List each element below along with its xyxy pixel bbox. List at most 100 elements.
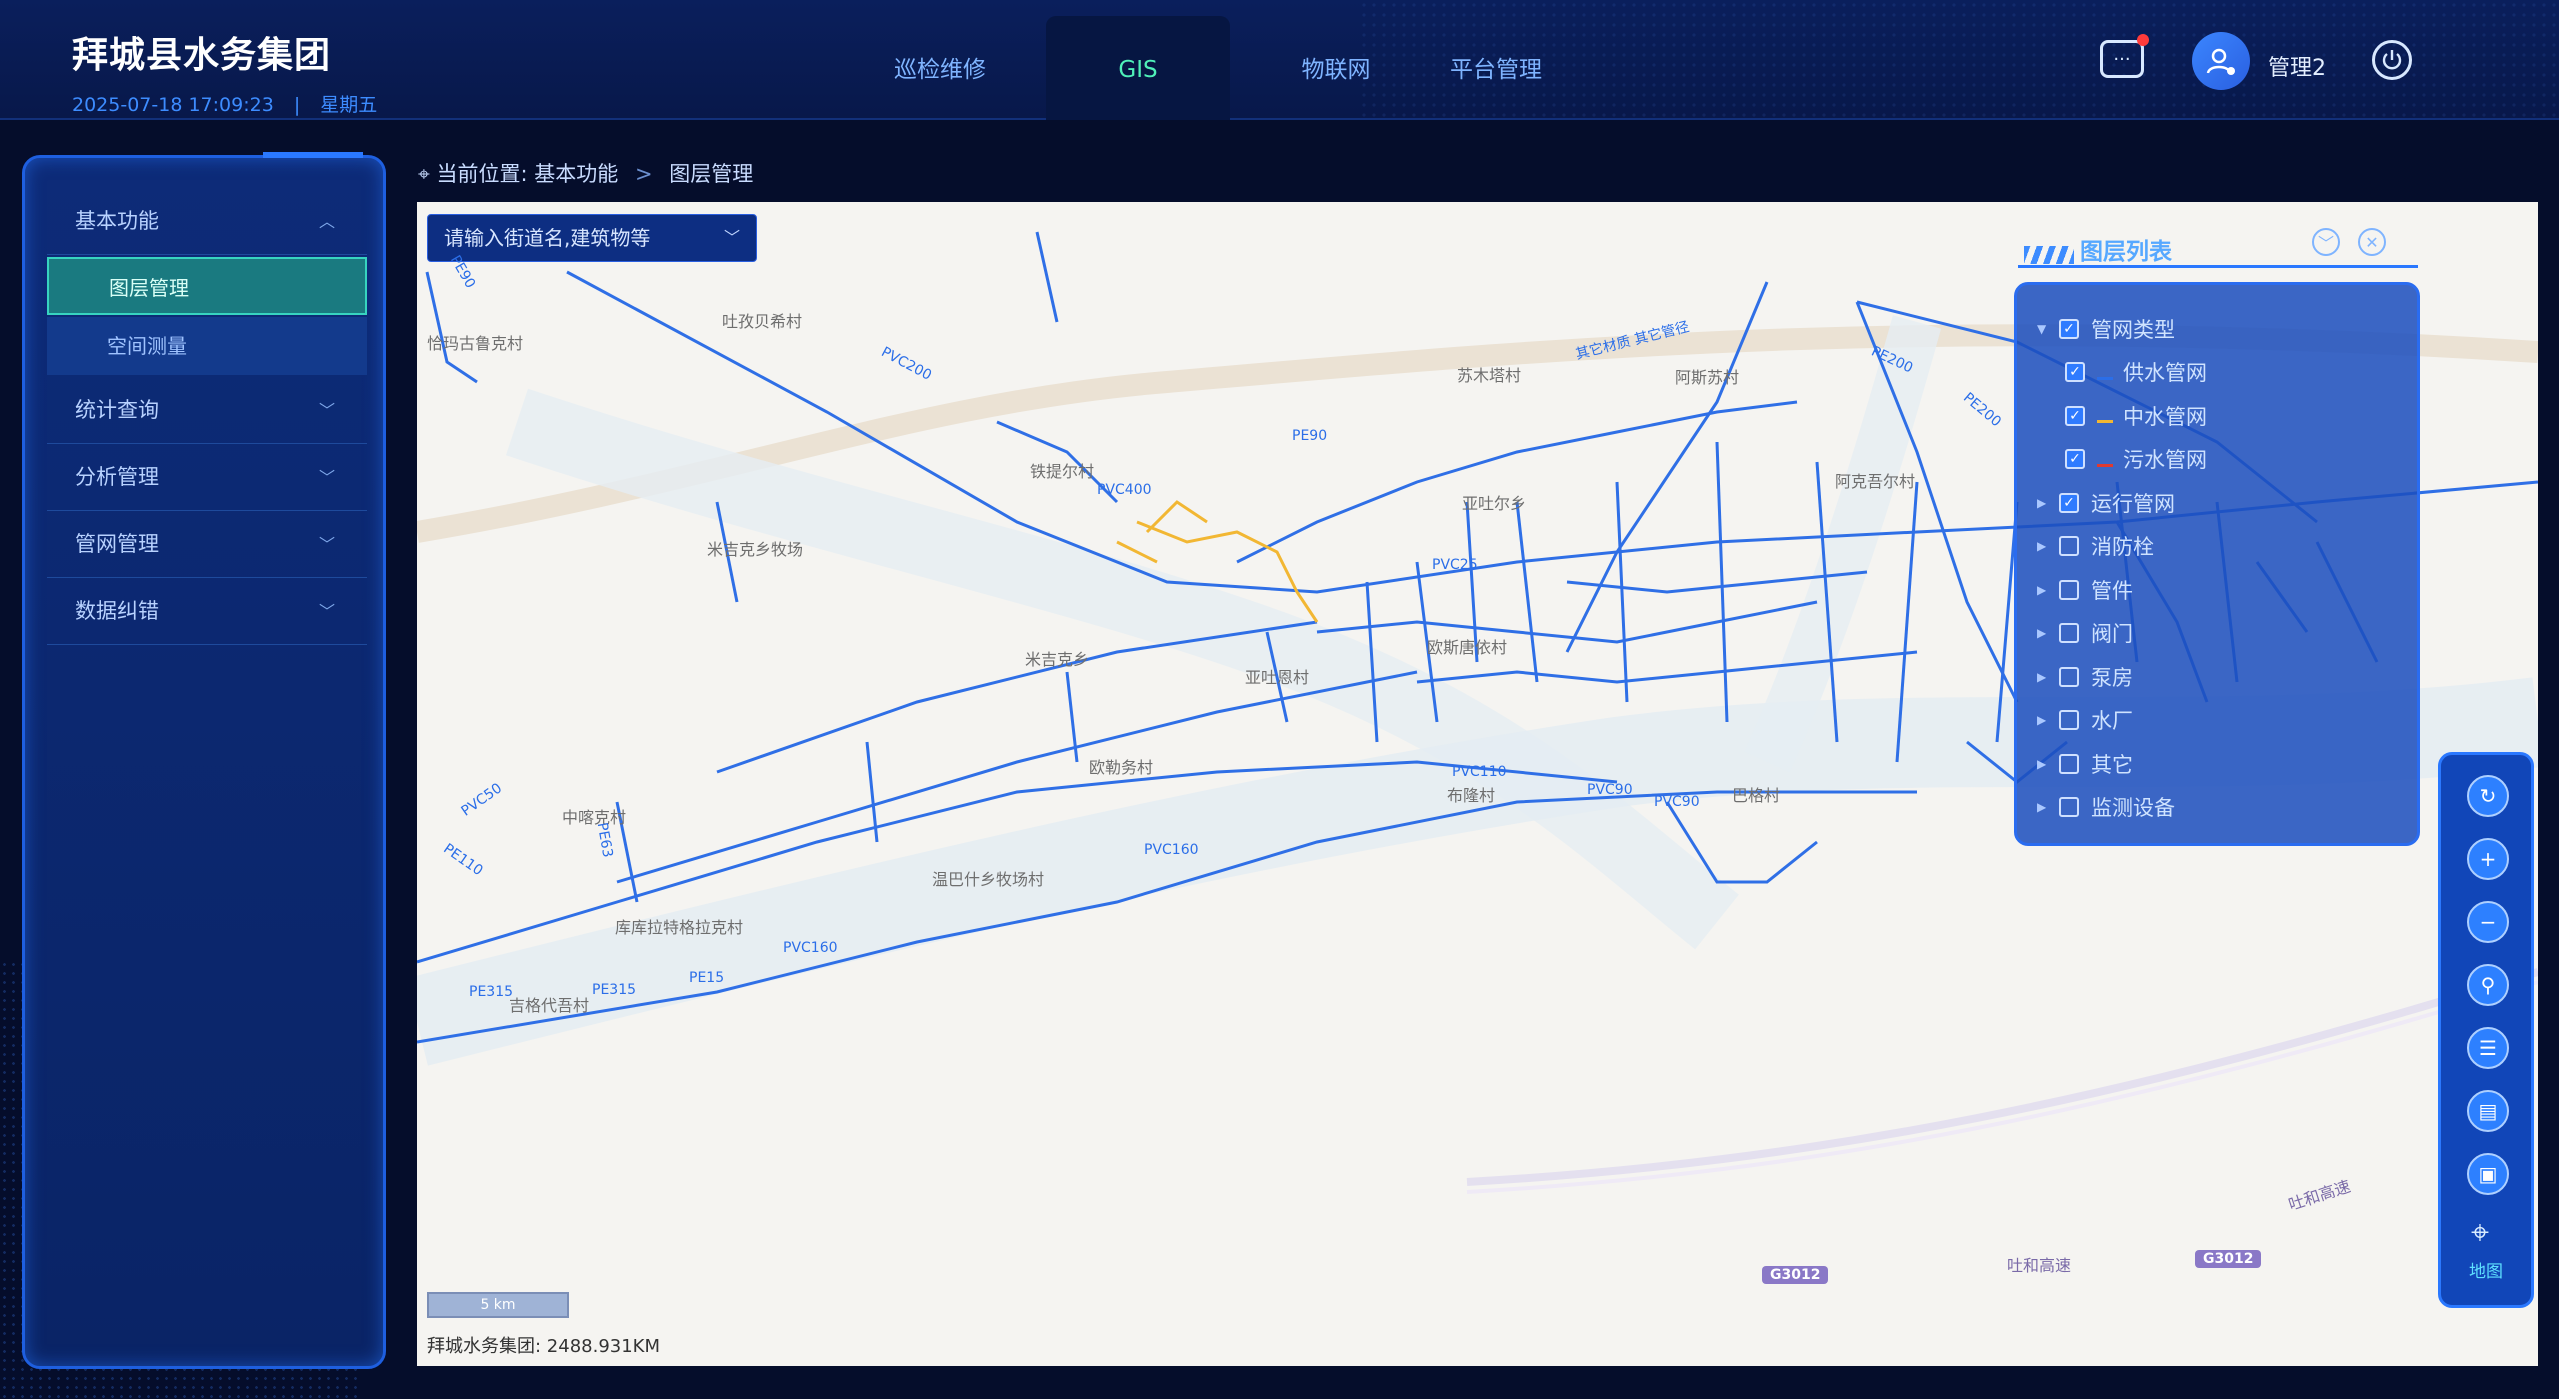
map-search-select[interactable]: 请输入街道名,建筑物等 ﹀ (427, 214, 757, 262)
nav-platform[interactable]: 平台管理 (1416, 16, 1576, 120)
map-pin-icon[interactable]: ⌖ (2471, 1213, 2489, 1252)
layer-row-hydrant[interactable]: ▶ 消防栓 (2037, 525, 2207, 569)
menu-label: 管网管理 (75, 532, 159, 556)
layer-checkbox[interactable] (2059, 797, 2079, 818)
message-button[interactable]: ··· (2100, 34, 2149, 78)
refresh-icon[interactable]: ↻ (2467, 775, 2509, 817)
layer-row-water-plant[interactable]: ▶ 水厂 (2037, 699, 2207, 743)
layer-checkbox[interactable] (2059, 666, 2079, 687)
basemap-toggle[interactable]: 地图 (2441, 1257, 2531, 1282)
breadcrumb-prefix: 当前位置: (436, 162, 528, 186)
zoom-out-icon[interactable]: − (2467, 901, 2509, 943)
map-label-place: 欧勒务村 (1089, 758, 1154, 777)
layer-panel: ▼ ✓ 管网类型 ✓ 供水管网 ✓ 中水管网 ✓ 污水管网 ▶ ✓ 运行管网 ▶… (2014, 282, 2420, 846)
layer-checkbox[interactable]: ✓ (2059, 492, 2079, 513)
layer-label: 污水管网 (2123, 448, 2207, 473)
layer-checkbox[interactable] (2059, 710, 2079, 731)
map-label-pipe: PE315 (469, 984, 514, 1000)
search-placeholder: 请输入街道名,建筑物等 (444, 226, 651, 250)
layer-row-supply[interactable]: ✓ 供水管网 (2037, 351, 2207, 395)
caret-right-icon[interactable]: ▶ (2037, 583, 2059, 597)
layer-row-pump-room[interactable]: ▶ 泵房 (2037, 655, 2207, 699)
caret-right-icon[interactable]: ▶ (2037, 626, 2059, 640)
clipboard-icon[interactable]: ▤ (2467, 1090, 2509, 1132)
collapse-icon[interactable]: ﹀ (2312, 228, 2340, 256)
caret-right-icon[interactable]: ▶ (2037, 800, 2059, 814)
menu-data-correction[interactable]: 数据纠错 ﹀ (47, 578, 367, 645)
current-weekday: 星期五 (320, 94, 378, 116)
menu-label: 统计查询 (75, 398, 159, 422)
map-label-place: 阿克吾尔村 (1835, 472, 1916, 491)
layer-label: 阀门 (2091, 622, 2133, 647)
layer-row-fitting[interactable]: ▶ 管件 (2037, 568, 2207, 612)
layer-checkbox[interactable]: ✓ (2065, 362, 2085, 383)
layer-checkbox[interactable]: ✓ (2059, 318, 2079, 339)
user-avatar[interactable] (2192, 32, 2250, 90)
menu-label: 数据纠错 (75, 599, 159, 623)
layer-row-monitoring[interactable]: ▶ 监测设备 (2037, 786, 2207, 830)
network-total-length: 拜城水务集团: 2488.931KM (427, 1336, 661, 1357)
layer-checkbox[interactable] (2059, 753, 2079, 774)
caret-right-icon[interactable]: ▶ (2037, 539, 2059, 553)
layer-checkbox[interactable] (2059, 536, 2079, 557)
layer-panel-header: 图层列表 ﹀ ✕ (2018, 228, 2420, 268)
nav-inspection[interactable]: 巡检维修 (860, 16, 1020, 120)
menu-statistics[interactable]: 统计查询 ﹀ (47, 377, 367, 444)
breadcrumb-item[interactable]: 基本功能 (534, 162, 618, 186)
map-label-place: 恰玛古鲁克村 (427, 334, 524, 353)
menu-basic-functions[interactable]: 基本功能 ︿ (47, 188, 367, 255)
layer-row-operating[interactable]: ▶ ✓ 运行管网 (2037, 481, 2207, 525)
zoom-in-icon[interactable]: + (2467, 838, 2509, 880)
submenu-basic-functions: 图层管理 空间测量 (47, 257, 367, 375)
layer-checkbox[interactable]: ✓ (2065, 449, 2085, 470)
caret-right-icon[interactable]: ▶ (2037, 713, 2059, 727)
map-label-pipe: PE315 (592, 982, 637, 998)
layer-row-network-type[interactable]: ▼ ✓ 管网类型 (2037, 307, 2207, 351)
chevron-down-icon: ﹀ (318, 535, 335, 554)
locate-user-icon[interactable]: ⚲ (2467, 964, 2509, 1006)
notification-dot (2137, 34, 2149, 46)
chevron-down-icon: ﹀ (318, 401, 335, 420)
image-frame-icon[interactable]: ▣ (2467, 1153, 2509, 1195)
menu-analysis[interactable]: 分析管理 ﹀ (47, 444, 367, 511)
current-datetime: 2025-07-18 17:09:23 (72, 94, 274, 116)
caret-right-icon[interactable]: ▶ (2037, 496, 2059, 510)
layer-label: 消防栓 (2091, 535, 2154, 560)
user-icon (2206, 48, 2235, 75)
top-nav: 巡检维修 GIS 物联网 平台管理 (860, 16, 1576, 120)
sliders-icon[interactable]: ☰ (2467, 1027, 2509, 1069)
nav-gis[interactable]: GIS (1046, 16, 1230, 120)
sub-item-spatial-measure[interactable]: 空间测量 (47, 317, 367, 375)
layer-checkbox[interactable] (2059, 623, 2079, 644)
layer-checkbox[interactable] (2059, 579, 2079, 600)
chevron-up-icon: ︿ (318, 212, 335, 231)
caret-right-icon[interactable]: ▶ (2037, 670, 2059, 684)
layer-panel-title: 图层列表 (2080, 239, 2172, 265)
power-button[interactable] (2372, 40, 2412, 80)
layer-checkbox[interactable]: ✓ (2065, 405, 2085, 426)
map-label-place: 巴格村 (1732, 786, 1781, 805)
layer-row-other[interactable]: ▶ 其它 (2037, 742, 2207, 786)
map-label-place: 库库拉特格拉克村 (615, 918, 744, 937)
map-label-road: 吐和高速 (2007, 1256, 2072, 1275)
layer-row-sewage[interactable]: ✓ 污水管网 (2037, 438, 2207, 482)
chevron-down-icon: ﹀ (318, 468, 335, 487)
menu-network-management[interactable]: 管网管理 ﹀ (47, 511, 367, 578)
map-label-place: 阿斯苏村 (1675, 368, 1740, 387)
map-label-pipe: PE15 (689, 970, 725, 986)
supply-swatch (2097, 376, 2113, 380)
header-stripes-decoration (2024, 246, 2074, 264)
map-scale-bar: 5 km (427, 1292, 569, 1318)
nav-iot[interactable]: 物联网 (1256, 16, 1416, 120)
map-label-place: 欧斯唐依村 (1427, 638, 1508, 657)
map-label-pipe: PVC25 (1432, 557, 1478, 573)
caret-down-icon[interactable]: ▼ (2037, 322, 2059, 336)
layer-row-reclaimed[interactable]: ✓ 中水管网 (2037, 394, 2207, 438)
map-label-place: 吉格代吾村 (509, 996, 590, 1015)
layer-row-valve[interactable]: ▶ 阀门 (2037, 612, 2207, 656)
close-icon[interactable]: ✕ (2358, 228, 2386, 256)
map-label-pipe: PVC160 (1144, 842, 1199, 858)
sub-item-layer-management[interactable]: 图层管理 (47, 257, 367, 315)
caret-right-icon[interactable]: ▶ (2037, 757, 2059, 771)
username[interactable]: 管理2 (2268, 50, 2326, 82)
